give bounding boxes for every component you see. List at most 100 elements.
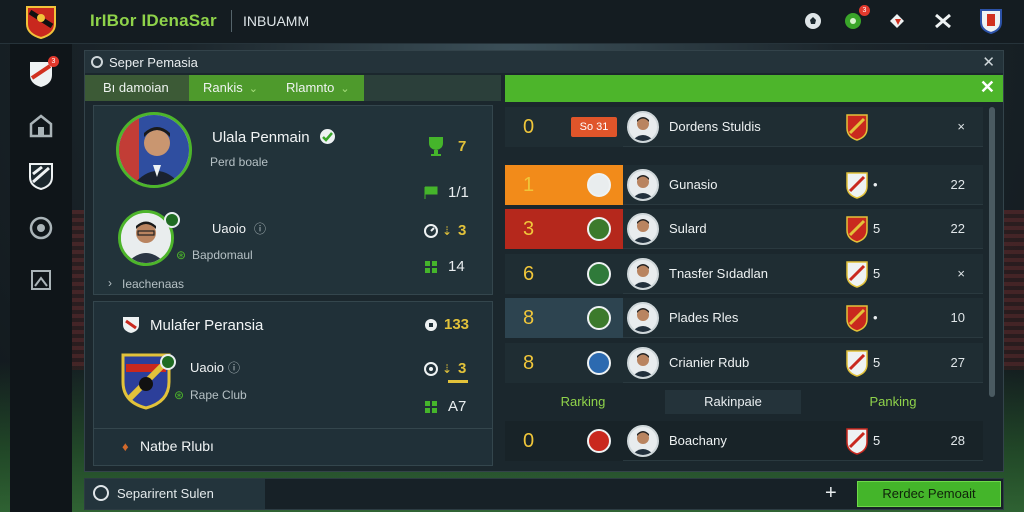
- main-panel: Seper Pemasia ✕ Bı damoian Rankis ⌄ Rlamn…: [84, 50, 1004, 472]
- rank-tag: So 31: [571, 117, 617, 137]
- club-card[interactable]: Mulafer Peransia Uaoio ⓘ ⊛ Rape Club 133…: [93, 301, 493, 466]
- club-number: 5: [873, 221, 881, 236]
- notification-icon[interactable]: 3: [840, 5, 870, 34]
- ranking-column-header[interactable]: Rarking: [505, 390, 661, 414]
- tab-filter[interactable]: Rlamnto ⌄: [271, 75, 364, 101]
- club-grid-icon: [425, 401, 437, 413]
- player-position: Perd boale: [210, 155, 269, 169]
- sidebar-item-tactics[interactable]: [25, 212, 57, 244]
- panel-title: Seper Pemasia: [109, 55, 198, 70]
- panel-title-icon: [91, 56, 103, 68]
- ranking-close-button[interactable]: ✕: [980, 77, 995, 98]
- panel-close-button[interactable]: ✕: [982, 53, 995, 71]
- rank-club-icon: [587, 306, 611, 330]
- ranking-player-name: Dordens Stuldis: [669, 119, 761, 134]
- sidebar-item-squad[interactable]: [25, 160, 57, 192]
- tab-overview[interactable]: Bı damoian: [85, 75, 189, 101]
- current-player-name: Boachany: [669, 433, 727, 448]
- whistle-icon[interactable]: [884, 8, 910, 34]
- player-portrait-icon: [119, 115, 189, 185]
- ranking-row[interactable]: 0 So 31 Dordens Stuldis ×: [505, 107, 983, 147]
- ranking-column-header[interactable]: Rakinpaie: [665, 390, 801, 414]
- sidebar-item-club[interactable]: 3: [25, 56, 59, 90]
- squad-shield-icon: [29, 163, 53, 190]
- club-card-title: Mulafer Peransia: [150, 317, 264, 334]
- club-badge-icon: [846, 114, 868, 141]
- rank-club-icon: [587, 173, 611, 197]
- club-card-footer[interactable]: Natbe Rlubı: [140, 438, 214, 454]
- ranking-list: 0 So 31 Dordens Stuldis × 1 Gunasio • 22…: [505, 107, 983, 467]
- club-status-badge: [160, 354, 176, 370]
- fire-icon: ♦: [122, 439, 129, 454]
- gauge-icon: [424, 224, 438, 238]
- player-name: Ulala Penmain: [212, 129, 310, 146]
- stadium-left-stands: [72, 210, 84, 370]
- sidebar-item-stats[interactable]: [25, 264, 57, 296]
- ranking-player-name: Sulard: [669, 221, 707, 236]
- trend-arrow-icon: ⇣: [442, 362, 453, 376]
- trophy-icon: [429, 137, 443, 156]
- club-number: 5: [873, 266, 881, 281]
- add-button[interactable]: +: [825, 482, 837, 505]
- ranking-points: ×: [957, 119, 965, 134]
- tab-overview-label: Bı damoian: [103, 80, 169, 95]
- app-title: IrIBor IDenaSar: [90, 11, 217, 30]
- ranking-column-header[interactable]: Panking: [803, 390, 983, 414]
- stadium-right-stands: [1004, 210, 1024, 370]
- profile-crest-icon[interactable]: [978, 8, 1004, 34]
- footer-bar: Separirent Sulen + Rerdec Pemoait: [84, 478, 1004, 510]
- second-player-club: Bapdomaul: [192, 248, 253, 262]
- club-number: •: [873, 310, 878, 325]
- player-face-icon: [627, 169, 659, 201]
- ranking-points: 27: [950, 355, 965, 370]
- ranking-row[interactable]: 8 Plades Rles • 10: [505, 298, 983, 338]
- verified-badge-icon: [320, 129, 335, 144]
- rank-club-icon: [587, 262, 611, 286]
- player-face-icon: [627, 258, 659, 290]
- club-stat-goals: A7: [448, 398, 467, 415]
- online-status-badge: [164, 212, 180, 228]
- footer-left-tab[interactable]: Separirent Sulen: [85, 479, 265, 509]
- current-club-icon: [587, 429, 611, 453]
- ranking-points: 10: [950, 310, 965, 325]
- current-user-ranking-row[interactable]: 0 Boachany 5 28: [505, 421, 983, 461]
- ranking-player-name: Gunasio: [669, 177, 718, 192]
- ranking-points: ×: [957, 266, 965, 281]
- player-face-icon: [627, 213, 659, 245]
- current-club-badge-icon: [846, 428, 868, 455]
- current-points: 28: [950, 433, 965, 448]
- player-card[interactable]: Ulala Penmain Perd boale Uaoio ⓘ ⊛ Bapdo…: [93, 105, 493, 295]
- player-face-icon: [627, 347, 659, 379]
- chevron-down-icon: ⌄: [248, 83, 258, 95]
- club-info-icon[interactable]: ⓘ: [228, 359, 240, 376]
- card-footer-label[interactable]: Ieachenaas: [122, 277, 184, 291]
- ranking-player-name: Plades Rles: [669, 310, 739, 325]
- info-icon[interactable]: ⓘ: [254, 220, 266, 237]
- tab-bar: Bı damoian Rankis ⌄ Rlamnto ⌄: [85, 75, 501, 101]
- tab-rankings[interactable]: Rankis ⌄: [189, 75, 272, 101]
- ranking-row[interactable]: 1 Gunasio • 22: [505, 165, 983, 205]
- chevron-right-icon: ›: [108, 276, 112, 290]
- stats-icon: [31, 270, 51, 290]
- club-stat-points: 133: [444, 316, 470, 333]
- ranking-scrollbar[interactable]: [989, 107, 995, 397]
- club-badge-icon: [846, 350, 868, 377]
- player-face-icon: [627, 302, 659, 334]
- club-subtitle: Rape Club: [190, 388, 247, 402]
- ranking-player-name: Crianier Rdub: [669, 355, 750, 370]
- transfer-arrows-icon[interactable]: [930, 8, 956, 34]
- rank-club-icon: [587, 217, 611, 241]
- ranking-row[interactable]: 3 Sulard 5 22: [505, 209, 983, 249]
- grid-icon: [425, 261, 437, 273]
- ball-icon[interactable]: [800, 8, 826, 34]
- club-mini-crest-icon: [123, 317, 139, 333]
- club-logo-icon[interactable]: [24, 4, 58, 40]
- ranking-row[interactable]: 6 Tnasfer Sıdadlan 5 ×: [505, 254, 983, 294]
- sidebar-item-stadium[interactable]: [25, 110, 57, 142]
- tactics-icon: [29, 216, 53, 240]
- club-link-icon: ⊛: [174, 388, 185, 402]
- tab-filter-label: Rlamnto: [285, 80, 335, 95]
- ranking-row[interactable]: 8 Crianier Rdub 5 27: [505, 343, 983, 383]
- primary-action-button[interactable]: Rerdec Pemoait: [857, 481, 1001, 507]
- player-avatar[interactable]: [116, 112, 192, 188]
